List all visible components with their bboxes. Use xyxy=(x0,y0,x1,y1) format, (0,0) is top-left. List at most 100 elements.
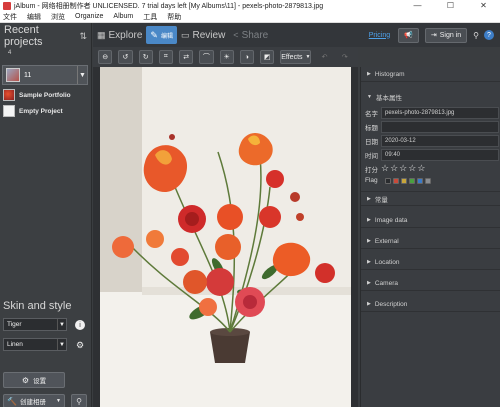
undo-icon: ↶ xyxy=(321,54,328,61)
rotate-left-button[interactable]: ↺ xyxy=(118,50,133,64)
style-value: Linen xyxy=(7,341,23,348)
section-constant[interactable]: ▶ 常量 xyxy=(361,191,500,206)
project-sample-portfolio[interactable]: Sample Portfolio xyxy=(3,89,71,101)
menu-help[interactable]: 帮助 xyxy=(167,12,181,22)
flower-photo[interactable] xyxy=(100,67,351,407)
flag-swatch[interactable] xyxy=(417,177,423,184)
field-title-input[interactable] xyxy=(381,120,499,133)
skin-select[interactable]: Tiger ▼ xyxy=(3,318,67,331)
gear-icon[interactable]: ⚙ xyxy=(75,340,85,350)
project-thumbnail xyxy=(3,89,15,101)
section-basic-label: 基本属性 xyxy=(375,94,402,102)
review-icon: ▭ xyxy=(180,29,190,40)
chevron-right-icon: ▶ xyxy=(367,259,371,265)
section-camera[interactable]: ▶ Camera xyxy=(361,276,500,291)
minimize-button[interactable]: — xyxy=(401,1,434,10)
star-icon[interactable]: ☆ xyxy=(408,163,416,174)
help-icon[interactable]: ? xyxy=(484,30,494,40)
close-button[interactable]: ✕ xyxy=(467,1,500,10)
effects-dropdown[interactable]: Effects ▼ xyxy=(280,50,312,64)
star-icon[interactable]: ☆ xyxy=(381,163,389,174)
recent-projects-heading: Recent projects xyxy=(4,24,43,48)
settings-button[interactable]: ⚙ 设置 xyxy=(3,372,65,388)
flag-swatch[interactable] xyxy=(401,177,407,184)
tab-explore[interactable]: ▦ Explore xyxy=(93,26,146,44)
redo-button[interactable]: ↷ xyxy=(338,50,352,64)
rotate-right-button[interactable]: ↻ xyxy=(138,50,153,64)
brightness-button[interactable]: ☀ xyxy=(219,50,234,64)
share-icon: < xyxy=(233,30,239,40)
star-icon[interactable]: ☆ xyxy=(417,163,425,174)
cancel-edit-button[interactable]: ⊖ xyxy=(98,50,113,64)
album-name: 11 xyxy=(24,71,32,79)
curve-button[interactable]: ⌒ xyxy=(199,50,214,64)
announcements-button[interactable]: 📢 xyxy=(398,27,419,43)
section-external[interactable]: ▶ External xyxy=(361,234,500,249)
straighten-button[interactable]: ⇄ xyxy=(179,50,194,64)
star-icon[interactable]: ☆ xyxy=(399,163,407,174)
chevron-right-icon: ▶ xyxy=(367,195,371,202)
contrast-button[interactable]: ◑ xyxy=(239,50,254,64)
flag-swatch[interactable] xyxy=(393,177,399,184)
levels-button[interactable]: ◩ xyxy=(260,50,275,64)
section-histogram[interactable]: ▶ Histogram xyxy=(361,67,500,82)
sort-icon[interactable]: ⇅ xyxy=(79,31,87,42)
section-label: 常量 xyxy=(374,196,388,204)
album-dropdown-button[interactable]: ▼ xyxy=(77,66,87,84)
menu-browse[interactable]: 浏览 xyxy=(51,12,65,22)
section-description[interactable]: ▶ Description xyxy=(361,297,500,312)
album-thumbnail xyxy=(6,68,20,82)
sign-in-button[interactable]: ⇥ Sign in xyxy=(424,27,468,43)
crop-icon: ⌗ xyxy=(163,53,168,60)
info-icon[interactable]: i xyxy=(75,320,85,330)
make-album-button[interactable]: 🔨 创建相册 ▼ xyxy=(3,394,65,407)
tab-share[interactable]: < Share xyxy=(229,26,272,44)
pricing-link[interactable]: Pricing xyxy=(369,32,390,39)
flag-swatch[interactable] xyxy=(409,177,415,184)
field-time-input[interactable]: 09:40 xyxy=(381,148,499,161)
field-date-input[interactable]: 2020-03-12 xyxy=(381,134,499,147)
project-thumbnail xyxy=(3,105,15,117)
flag-colors xyxy=(385,177,431,184)
menu-edit[interactable]: 编辑 xyxy=(27,12,41,22)
magnifier-icon: ⚲ xyxy=(76,396,82,406)
field-time-row: 时间 09:40 xyxy=(361,148,500,161)
title-bar: jAlbum - 网络相册制作者 UNLICENSED. 7 trial day… xyxy=(0,0,500,11)
menu-album[interactable]: Album xyxy=(113,13,133,20)
menu-tools[interactable]: 工具 xyxy=(143,12,157,22)
section-location[interactable]: ▶ Location xyxy=(361,255,500,270)
undo-button[interactable]: ↶ xyxy=(317,50,331,64)
flag-swatch[interactable] xyxy=(425,177,431,184)
tab-review[interactable]: ▭ Review xyxy=(177,26,229,44)
field-name-input[interactable]: pexels-photo-2879813.jpg xyxy=(381,106,499,119)
menu-file[interactable]: 文件 xyxy=(3,12,17,22)
contrast-icon: ◑ xyxy=(244,53,249,61)
make-album-label: 创建相册 xyxy=(19,399,46,406)
section-basic[interactable]: ▼ 基本属性 xyxy=(361,89,500,104)
tab-share-label: Share xyxy=(241,29,269,41)
preview-search-button[interactable]: ⚲ xyxy=(71,394,87,407)
maximize-button[interactable]: ☐ xyxy=(434,1,467,10)
window-title: jAlbum - 网络相册制作者 UNLICENSED. 7 trial day… xyxy=(14,2,324,10)
menu-organize[interactable]: Organize xyxy=(75,13,103,20)
rating-label: 打分 xyxy=(365,166,378,174)
rating-stars[interactable]: ☆ ☆ ☆ ☆ ☆ xyxy=(381,163,425,174)
search-icon[interactable]: ⚲ xyxy=(473,31,479,40)
crop-button[interactable]: ⌗ xyxy=(158,50,173,64)
chevron-right-icon: ▶ xyxy=(367,301,371,307)
projects-panel: Recent projects ⇅ 4 11 ▼ Sample Portfoli… xyxy=(0,23,92,407)
section-label: Location xyxy=(374,258,400,266)
project-label: Sample Portfolio xyxy=(19,91,71,99)
photo-image xyxy=(100,67,351,407)
chevron-down-icon: ▼ xyxy=(57,319,66,330)
section-label: Image data xyxy=(374,216,408,224)
field-title-label: 标题 xyxy=(365,124,378,132)
star-icon[interactable]: ☆ xyxy=(390,163,398,174)
style-select[interactable]: Linen ▼ xyxy=(3,338,67,351)
current-album[interactable]: 11 ▼ xyxy=(2,65,88,85)
project-empty-project[interactable]: Empty Project xyxy=(3,105,63,117)
flag-swatch[interactable] xyxy=(385,177,391,184)
section-image-data[interactable]: ▶ Image data xyxy=(361,213,500,228)
tab-edit[interactable]: ✎ 编辑 xyxy=(146,26,177,44)
hammer-icon: 🔨 xyxy=(7,396,17,406)
